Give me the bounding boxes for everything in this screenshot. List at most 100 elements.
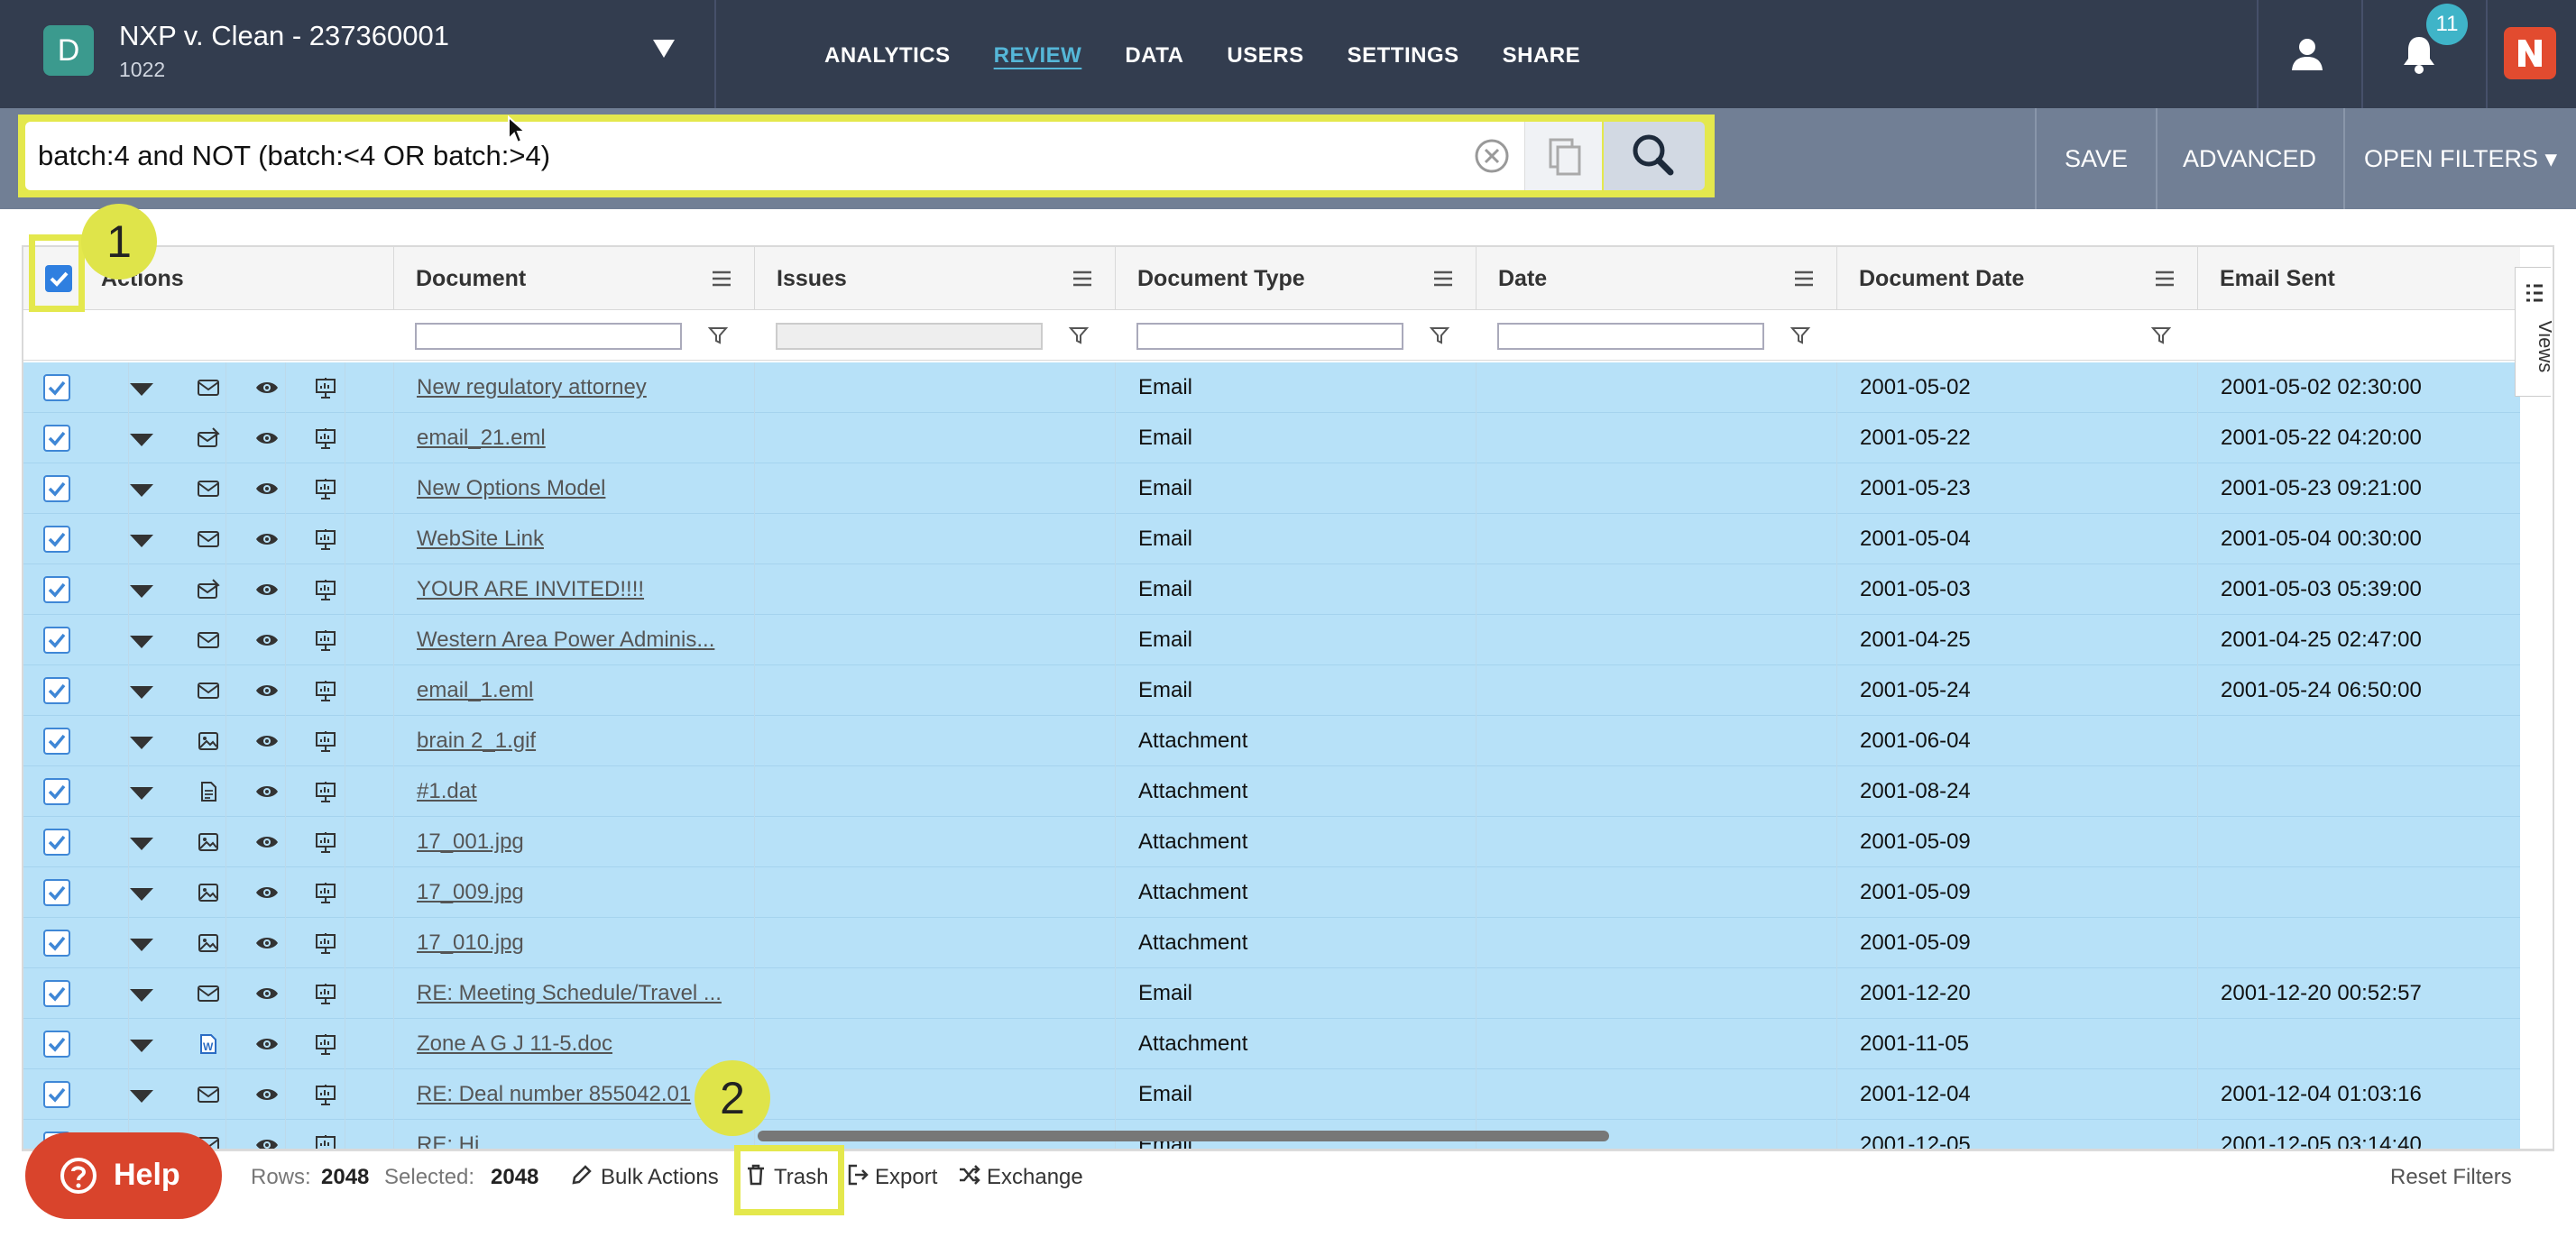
presentation-icon[interactable] (314, 780, 337, 803)
row-checkbox[interactable] (43, 980, 70, 1007)
presentation-icon[interactable] (314, 729, 337, 753)
row-expand-icon[interactable] (130, 383, 153, 396)
row-expand-icon[interactable] (130, 636, 153, 648)
table-row[interactable]: W Zone A G J 11-5.doc Attachment 2001-11-05 (23, 1019, 2520, 1069)
reset-filters-button[interactable]: Reset Filters (2390, 1165, 2512, 1190)
document-link[interactable]: 17_009.jpg (417, 867, 750, 918)
eye-icon[interactable] (254, 881, 280, 904)
nav-analytics[interactable]: ANALYTICS (824, 43, 951, 69)
exchange-button[interactable]: Exchange (987, 1165, 1083, 1190)
row-checkbox[interactable] (43, 930, 70, 957)
document-link[interactable]: email_1.eml (417, 665, 750, 716)
presentation-icon[interactable] (314, 1032, 337, 1056)
nav-users[interactable]: USERS (1227, 43, 1303, 69)
presentation-icon[interactable] (314, 477, 337, 500)
nav-settings[interactable]: SETTINGS (1348, 43, 1459, 69)
copy-query-icon[interactable] (1524, 122, 1602, 190)
column-menu-icon[interactable] (1072, 270, 1093, 288)
row-checkbox[interactable] (43, 829, 70, 856)
save-button[interactable]: SAVE (2037, 108, 2156, 209)
eye-icon[interactable] (254, 628, 280, 652)
eye-icon[interactable] (254, 1032, 280, 1056)
row-checkbox[interactable] (43, 475, 70, 502)
search-input[interactable] (25, 122, 1524, 190)
column-menu-icon[interactable] (711, 270, 732, 288)
eye-icon[interactable] (254, 527, 280, 551)
presentation-icon[interactable] (314, 426, 337, 450)
document-link[interactable]: RE: Hi (417, 1120, 750, 1149)
eye-icon[interactable] (254, 679, 280, 702)
date-filter-input[interactable] (1497, 323, 1764, 350)
document-filter-input[interactable] (415, 323, 682, 350)
table-row[interactable]: New regulatory attorney Email 2001-05-02 20… (23, 362, 2520, 413)
export-button[interactable]: Export (875, 1165, 937, 1190)
help-button[interactable]: Help (25, 1132, 222, 1219)
eye-icon[interactable] (254, 477, 280, 500)
eye-icon[interactable] (254, 931, 280, 955)
row-checkbox[interactable] (43, 1031, 70, 1058)
filter-icon[interactable] (1789, 325, 1811, 346)
document-link[interactable]: New Options Model (417, 463, 750, 514)
presentation-icon[interactable] (314, 1083, 337, 1106)
row-checkbox[interactable] (43, 576, 70, 603)
document-link[interactable]: RE: Meeting Schedule/Travel ... (417, 968, 750, 1019)
document-link[interactable]: email_21.eml (417, 413, 750, 463)
presentation-icon[interactable] (314, 679, 337, 702)
filter-icon[interactable] (707, 325, 729, 346)
column-header-document-date[interactable]: Document Date (1836, 247, 2197, 310)
eye-icon[interactable] (254, 578, 280, 601)
row-checkbox[interactable] (43, 425, 70, 452)
document-link[interactable]: Western Area Power Adminis... (417, 615, 750, 665)
bulk-actions-button[interactable]: Bulk Actions (601, 1165, 719, 1190)
row-expand-icon[interactable] (130, 1040, 153, 1052)
views-panel-toggle[interactable]: Views (2515, 267, 2552, 397)
presentation-icon[interactable] (314, 376, 337, 399)
table-row[interactable]: brain 2_1.gif Attachment 2001-06-04 (23, 716, 2520, 766)
document-link[interactable]: #1.dat (417, 766, 750, 817)
row-expand-icon[interactable] (130, 787, 153, 800)
presentation-icon[interactable] (314, 1133, 337, 1149)
presentation-icon[interactable] (314, 931, 337, 955)
table-row[interactable]: New Options Model Email 2001-05-23 2001-05-… (23, 463, 2520, 514)
eye-icon[interactable] (254, 830, 280, 854)
table-row[interactable]: Western Area Power Adminis... Email 2001-0… (23, 615, 2520, 665)
presentation-icon[interactable] (314, 578, 337, 601)
row-checkbox[interactable] (43, 1081, 70, 1108)
table-row[interactable]: YOUR ARE INVITED!!!! Email 2001-05-03 2001-… (23, 564, 2520, 615)
row-expand-icon[interactable] (130, 535, 153, 547)
column-menu-icon[interactable] (2154, 270, 2176, 288)
table-row[interactable]: 17_010.jpg Attachment 2001-05-09 (23, 918, 2520, 968)
presentation-icon[interactable] (314, 628, 337, 652)
row-expand-icon[interactable] (130, 585, 153, 598)
advanced-button[interactable]: ADVANCED (2157, 108, 2341, 209)
nav-data[interactable]: DATA (1125, 43, 1183, 69)
user-icon[interactable] (2289, 36, 2325, 72)
document-link[interactable]: WebSite Link (417, 514, 750, 564)
row-expand-icon[interactable] (130, 838, 153, 850)
document-link[interactable]: YOUR ARE INVITED!!!! (417, 564, 750, 615)
presentation-icon[interactable] (314, 527, 337, 551)
eye-icon[interactable] (254, 1083, 280, 1106)
row-expand-icon[interactable] (130, 737, 153, 749)
table-row[interactable]: RE: Deal number 855042.01 Email 2001-12-04… (23, 1069, 2520, 1120)
table-row[interactable]: #1.dat Attachment 2001-08-24 (23, 766, 2520, 817)
eye-icon[interactable] (254, 780, 280, 803)
column-header-document-type[interactable]: Document Type (1115, 247, 1476, 310)
table-row[interactable]: 17_001.jpg Attachment 2001-05-09 (23, 817, 2520, 867)
row-checkbox[interactable] (43, 677, 70, 704)
table-row[interactable]: email_21.eml Email 2001-05-22 2001-05-22 04… (23, 413, 2520, 463)
eye-icon[interactable] (254, 1133, 280, 1149)
bell-icon[interactable] (2401, 34, 2437, 74)
row-expand-icon[interactable] (130, 484, 153, 497)
document-link[interactable]: New regulatory attorney (417, 362, 750, 413)
nav-review[interactable]: REVIEW (994, 43, 1082, 69)
clear-search-icon[interactable] (1461, 132, 1519, 180)
presentation-icon[interactable] (314, 830, 337, 854)
document-type-filter-input[interactable] (1136, 323, 1403, 350)
row-expand-icon[interactable] (130, 989, 153, 1002)
row-expand-icon[interactable] (130, 1090, 153, 1103)
column-header-document[interactable]: Document (393, 247, 754, 310)
eye-icon[interactable] (254, 426, 280, 450)
search-button[interactable] (1604, 122, 1705, 190)
workspace-logo[interactable]: D (43, 25, 94, 76)
